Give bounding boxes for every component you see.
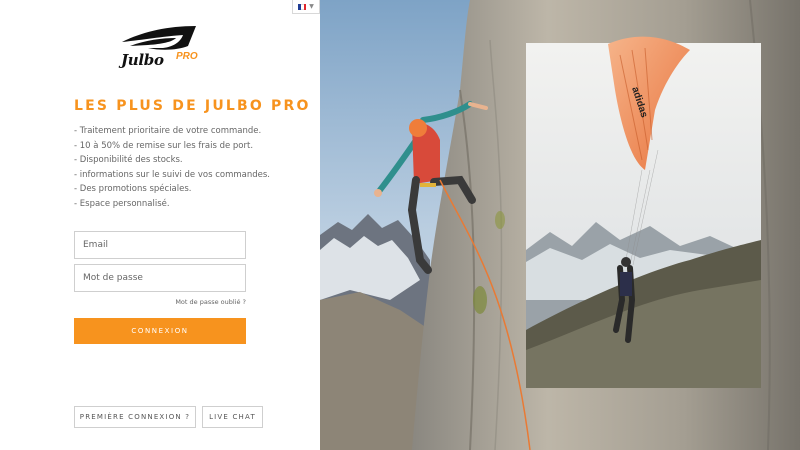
login-button[interactable]: CONNEXION (74, 318, 246, 344)
language-selector[interactable]: ▼ (292, 0, 320, 14)
email-field[interactable] (74, 231, 246, 259)
live-chat-button[interactable]: LIVE CHAT (202, 406, 263, 428)
benefit-item: - Disponibilité des stocks. (74, 155, 183, 165)
benefit-item: - Espace personnalisé. (74, 198, 170, 209)
chevron-down-icon: ▼ (309, 2, 314, 10)
julbo-swoosh-icon (122, 26, 196, 50)
moss (495, 211, 505, 229)
flag-red-stripe (303, 3, 307, 10)
benefit-item: - Traitement prioritaire de votre comman… (74, 126, 262, 136)
benefits-list: - Traitement prioritaire de votre comman… (74, 124, 270, 211)
brand-suffix: PRO (176, 51, 198, 62)
french-flag-icon (298, 3, 307, 10)
brand-name: Julbo (121, 51, 164, 69)
moss (473, 286, 487, 314)
inset-paraglider-photo: adidas (526, 36, 761, 388)
first-login-button[interactable]: PREMIÈRE CONNEXION ? (74, 406, 196, 428)
login-panel: ▼ Julbo PRO LES PLUS DE JULBO PRO - Trai… (0, 0, 320, 450)
hero-photo: adidas (320, 0, 800, 450)
benefit-item: - informations sur le suivi de vos comma… (74, 169, 271, 180)
forgot-password-link[interactable]: Mot de passe oublié ? (175, 298, 246, 306)
benefit-item: - Des promotions spéciales. (74, 184, 192, 194)
climbing-scene-illustration: adidas (320, 0, 800, 450)
benefits-title: LES PLUS DE JULBO PRO (74, 98, 311, 114)
benefit-item: - 10 à 50% de remise sur les frais de po… (74, 140, 254, 151)
julbo-pro-logo: Julbo PRO (118, 24, 202, 69)
password-field[interactable] (74, 264, 246, 292)
